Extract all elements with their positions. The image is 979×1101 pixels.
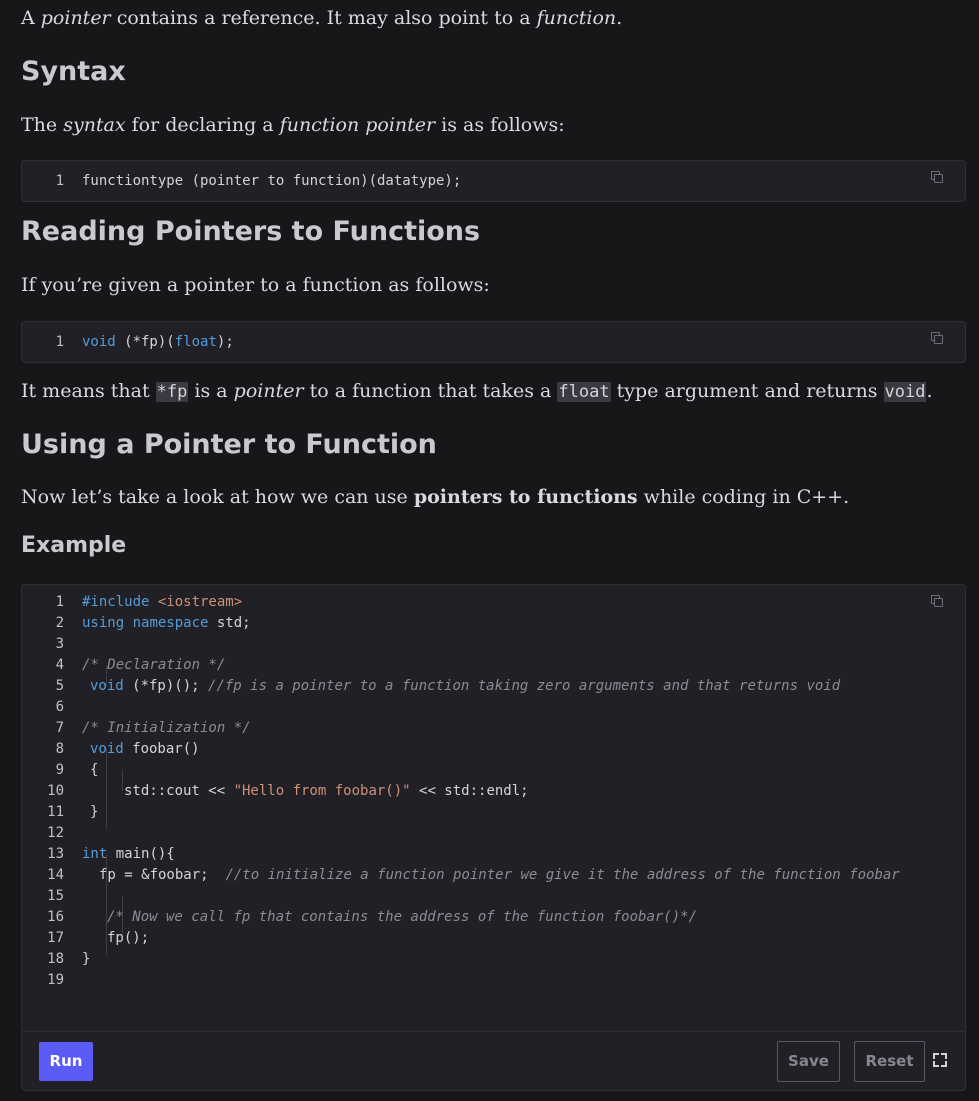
code-row-2: 2 using namespace std;: [55, 615, 251, 631]
heading-using-pointer: Using a Pointer to Function: [21, 429, 437, 460]
run-button[interactable]: Run: [39, 1042, 93, 1081]
copy-icon[interactable]: [931, 332, 943, 344]
code-row-17: 17 fp();: [47, 930, 150, 946]
inline-code-void: void: [883, 382, 927, 402]
heading-example: Example: [21, 533, 127, 558]
code-row-16: 16/* Now we call fp that contains the ad…: [47, 909, 698, 925]
syntax-paragraph: The syntax for declaring a function poin…: [21, 114, 565, 136]
heading-reading-pointers: Reading Pointers to Functions: [21, 216, 481, 247]
editor-toolbar: Run Save Reset: [22, 1031, 965, 1090]
copy-icon[interactable]: [931, 171, 943, 183]
code-line: functiontype (pointer to function)(datat…: [82, 173, 462, 189]
code-row-1: 1 #include <iostream>: [55, 594, 243, 610]
code-row-10: 10 std::cout << "Hello from foobar()" << …: [47, 783, 529, 799]
code-line: void (*fp)(float);: [82, 334, 234, 350]
syntax-code-block[interactable]: 1 functiontype (pointer to function)(dat…: [21, 160, 966, 202]
reset-button[interactable]: Reset: [854, 1041, 925, 1082]
fullscreen-icon[interactable]: [933, 1053, 947, 1067]
save-button[interactable]: Save: [777, 1041, 840, 1082]
code-row-9: 9{: [55, 762, 99, 778]
code-row-11: 11}: [47, 804, 99, 820]
code-row-4: 4/* Declaration */: [55, 657, 226, 673]
inline-code-fp: *fp: [155, 382, 189, 402]
code-row-19: 19: [47, 972, 64, 988]
code-row-14: 14 fp = &foobar; //to initialize a functi…: [47, 867, 900, 883]
example-code-editor[interactable]: 1 #include <iostream> 2 using namespace st…: [21, 584, 966, 1091]
line-number: 1: [55, 334, 64, 350]
heading-syntax: Syntax: [21, 56, 126, 87]
code-row-7: 7/* Initialization */: [55, 720, 251, 736]
code-row-6: 6: [55, 699, 64, 715]
code-row-8: 8 void foobar(): [55, 741, 200, 757]
intro-paragraph: A pointer contains a reference. It may a…: [21, 7, 623, 29]
inline-code-float: float: [557, 382, 611, 402]
code-row-5: 5 void (*fp)(); //fp is a pointer to a fu…: [55, 678, 841, 694]
pointer-code-block[interactable]: 1 void (*fp)(float);: [21, 321, 966, 363]
code-row-13: 13 int main(){: [47, 846, 175, 862]
line-number: 1: [55, 173, 64, 189]
code-row-3: 3: [55, 636, 64, 652]
meaning-paragraph: It means that *fp is a pointer to a func…: [21, 380, 933, 402]
code-row-15: 15: [47, 888, 64, 904]
code-row-18: 18}: [47, 951, 91, 967]
using-paragraph: Now let’s take a look at how we can use …: [21, 486, 850, 508]
reading-paragraph: If you’re given a pointer to a function …: [21, 274, 490, 296]
code-row-12: 12: [47, 825, 64, 841]
